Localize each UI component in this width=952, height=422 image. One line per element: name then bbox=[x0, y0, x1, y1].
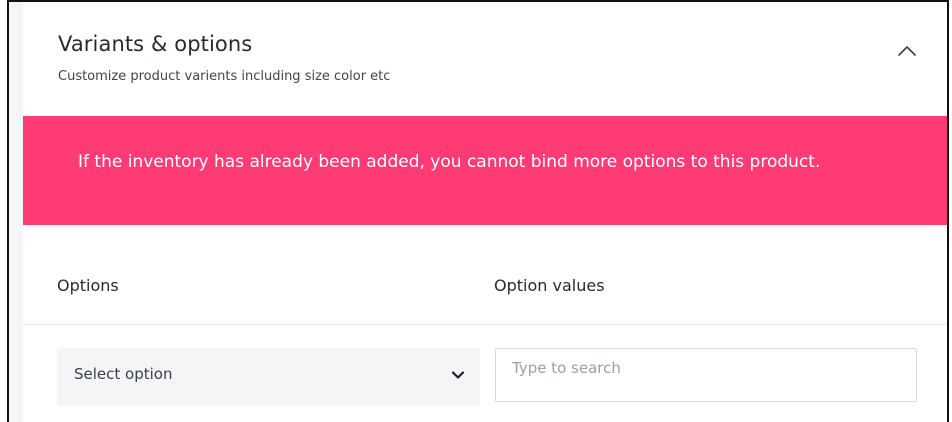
option-select-value: Select option bbox=[74, 365, 173, 383]
option-values-search-field bbox=[495, 348, 917, 402]
inventory-warning-alert: If the inventory has already been added,… bbox=[23, 116, 947, 225]
header-divider bbox=[23, 324, 947, 325]
page-background-strip bbox=[9, 2, 23, 422]
variants-options-card: Variants & options Customize product var… bbox=[23, 2, 947, 422]
option-values-search-input[interactable] bbox=[496, 349, 916, 401]
alert-message: If the inventory has already been added,… bbox=[78, 152, 821, 172]
option-select-dropdown[interactable]: Select option bbox=[57, 348, 480, 406]
section-title: Variants & options bbox=[58, 32, 253, 56]
chevron-up-icon bbox=[898, 46, 916, 56]
option-values-column-header: Option values bbox=[494, 276, 605, 295]
collapse-section-button[interactable] bbox=[896, 43, 918, 57]
options-column-header: Options bbox=[57, 276, 119, 295]
chevron-down-icon bbox=[451, 371, 465, 379]
variants-options-panel: Variants & options Customize product var… bbox=[7, 0, 949, 422]
section-subtitle: Customize product varients including siz… bbox=[58, 69, 391, 84]
